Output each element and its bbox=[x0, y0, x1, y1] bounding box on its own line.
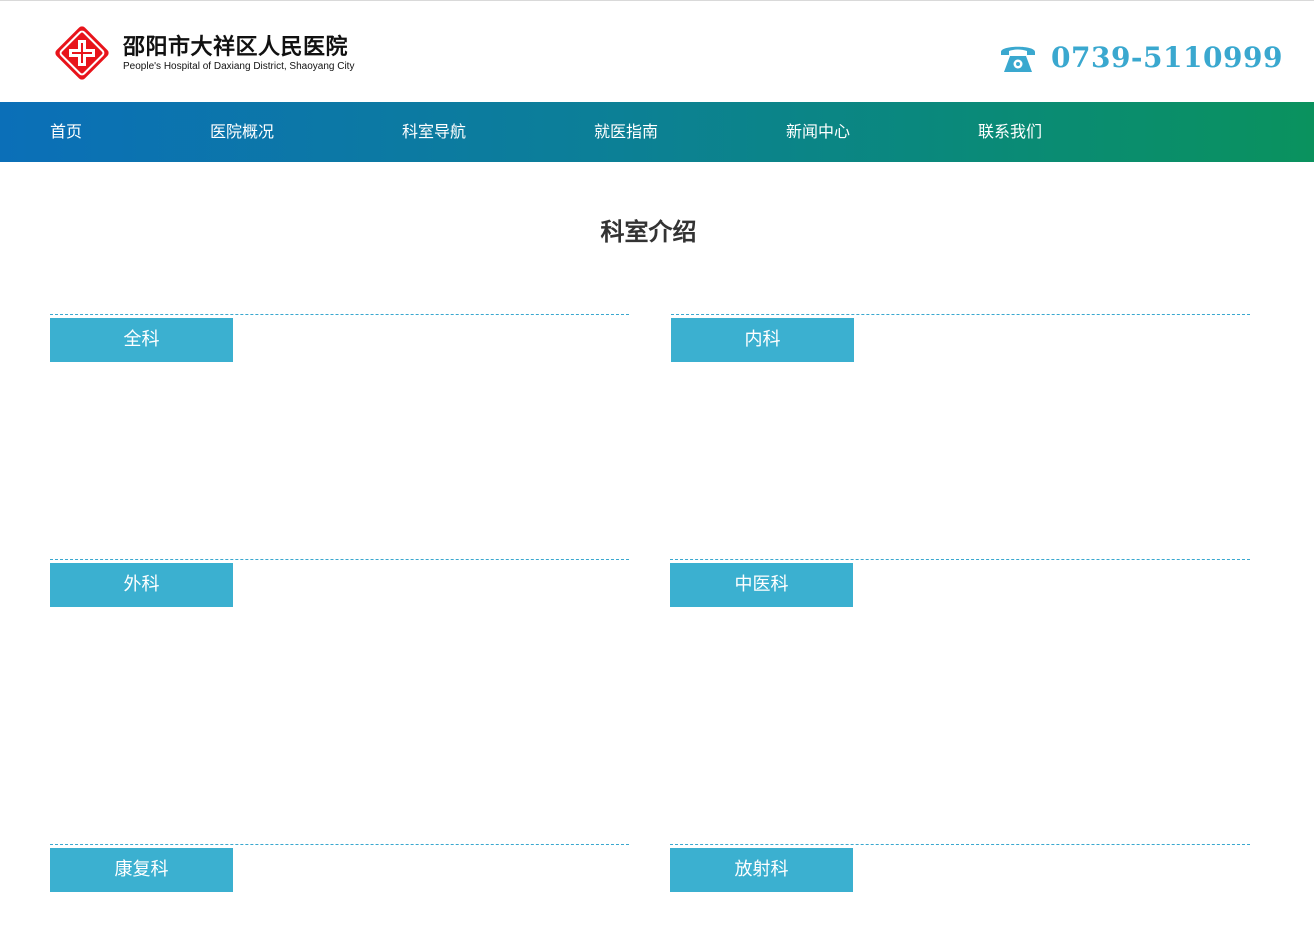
nav-item-home[interactable]: 首页 bbox=[50, 102, 82, 162]
divider bbox=[671, 314, 1250, 315]
nav-item-departments[interactable]: 科室导航 bbox=[402, 102, 466, 162]
divider bbox=[50, 559, 629, 560]
telephone-icon bbox=[1001, 46, 1035, 72]
nav-item-news[interactable]: 新闻中心 bbox=[786, 102, 850, 162]
divider bbox=[670, 844, 1250, 845]
site-header: 邵阳市大祥区人民医院 People's Hospital of Daxiang … bbox=[0, 1, 1314, 102]
divider bbox=[50, 314, 629, 315]
department-tab[interactable]: 康复科 bbox=[50, 848, 233, 892]
hotline-number: 0739-5110999 bbox=[1051, 41, 1283, 74]
department-tab[interactable]: 中医科 bbox=[670, 563, 853, 607]
hospital-name-en: People's Hospital of Daxiang District, S… bbox=[123, 61, 355, 72]
nav-item-overview[interactable]: 医院概况 bbox=[210, 102, 274, 162]
main-nav: 首页 医院概况 科室导航 就医指南 新闻中心 联系我们 bbox=[0, 102, 1314, 162]
department-tab[interactable]: 外科 bbox=[50, 563, 233, 607]
department-tab[interactable]: 内科 bbox=[671, 318, 854, 362]
page-title: 科室介绍 bbox=[600, 218, 697, 246]
nav-item-contact[interactable]: 联系我们 bbox=[978, 102, 1042, 162]
nav-item-guide[interactable]: 就医指南 bbox=[594, 102, 658, 162]
hospital-name-cn[interactable]: 邵阳市大祥区人民医院 bbox=[123, 29, 348, 61]
red-cross-logo-icon[interactable] bbox=[51, 23, 113, 83]
divider bbox=[670, 559, 1250, 560]
department-tab[interactable]: 放射科 bbox=[670, 848, 853, 892]
divider bbox=[50, 844, 629, 845]
department-tab[interactable]: 全科 bbox=[50, 318, 233, 362]
